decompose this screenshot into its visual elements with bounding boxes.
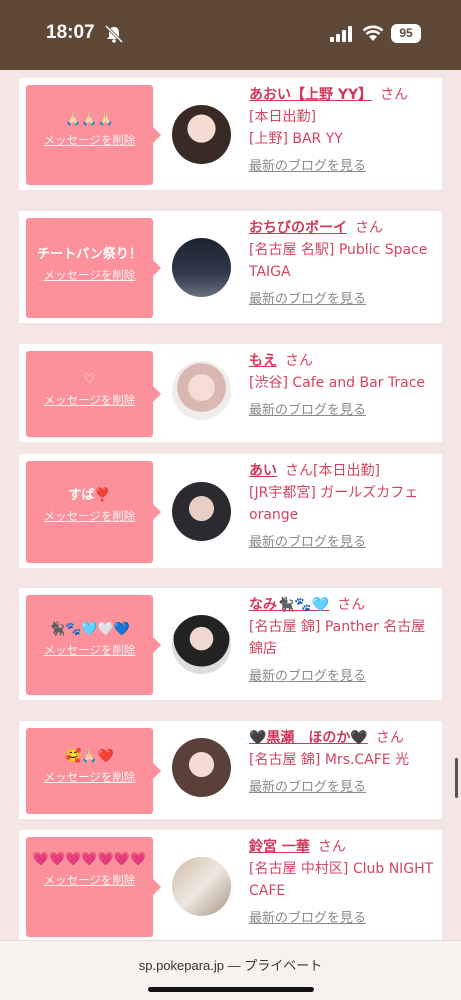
delete-message-link[interactable]: メッセージを削除: [44, 392, 136, 408]
message-bubble: チートパン祭り！ メッセージを削除: [26, 218, 161, 318]
avatar[interactable]: [172, 105, 231, 164]
cast-info: 鈴宮 一華 さん [名古屋 中村区] Club NIGHT CAFE 最新のブログ…: [249, 836, 439, 930]
honorific: さん: [355, 220, 383, 236]
url-text[interactable]: sp.pokepara.jp — プライベート: [0, 955, 461, 974]
message-bubble: 🙏🏻🙏🏻🙏🏻 メッセージを削除: [26, 85, 161, 185]
delete-message-link[interactable]: メッセージを削除: [44, 769, 136, 785]
shop-line: [名古屋 錦] Panther 名古屋錦店: [249, 619, 426, 657]
message-text: 💗💗💗💗💗💗💗: [32, 852, 147, 867]
cast-info: なみ🐈‍⬛🐾🩵 さん [名古屋 錦] Panther 名古屋錦店 最新のブログを見…: [249, 594, 439, 688]
cast-name-link[interactable]: もえ: [249, 353, 277, 369]
avatar[interactable]: [172, 361, 231, 420]
message-card: 🙏🏻🙏🏻🙏🏻 メッセージを削除 あおい【上野 YY】 さん [本日出勤] [上野]…: [19, 78, 442, 190]
latest-blog-link[interactable]: 最新のブログを見る: [249, 400, 439, 422]
message-bubble: ♡ メッセージを削除: [26, 351, 161, 437]
honorific: さん: [317, 839, 346, 855]
latest-blog-link[interactable]: 最新のブログを見る: [249, 908, 439, 930]
latest-blog-link[interactable]: 最新のブログを見る: [249, 777, 439, 799]
battery-indicator: 95: [391, 24, 421, 43]
signal-icon: [330, 26, 352, 42]
message-bubble: すば❣️ メッセージを削除: [26, 461, 161, 563]
honorific: さん: [337, 597, 366, 613]
message-bubble: 💗💗💗💗💗💗💗 メッセージを削除: [26, 837, 161, 937]
status-time: 18:07: [46, 22, 95, 43]
message-text: 🙏🏻🙏🏻🙏🏻: [65, 112, 114, 127]
message-card: 🐈‍⬛🐾🩵🤍💙 メッセージを削除 なみ🐈‍⬛🐾🩵 さん [名古屋 錦] Panth…: [19, 588, 442, 700]
home-indicator[interactable]: [148, 987, 314, 992]
cast-info: もえ さん [渋谷] Cafe and Bar Trace 最新のブログを見る: [249, 350, 439, 422]
cast-info: あい さん[本日出勤] [JR宇都宮] ガールズカフェorange 最新のブログを…: [249, 460, 439, 554]
message-bubble: 🥰🙏🏻❤️ メッセージを削除: [26, 728, 161, 814]
cast-name-link[interactable]: 鈴宮 一華: [249, 839, 310, 855]
latest-blog-link[interactable]: 最新のブログを見る: [249, 666, 439, 688]
shop-line: [名古屋 錦] Mrs.CAFE 光: [249, 752, 410, 768]
latest-blog-link[interactable]: 最新のブログを見る: [249, 532, 439, 554]
message-card: チートパン祭り！ メッセージを削除 おちびのボーイ さん [名古屋 名駅] Pub…: [19, 211, 442, 323]
delete-message-link[interactable]: メッセージを削除: [44, 642, 136, 658]
message-card: ♡ メッセージを削除 もえ さん [渋谷] Cafe and Bar Trace …: [19, 344, 442, 442]
message-text: 🐈‍⬛🐾🩵🤍💙: [49, 622, 130, 637]
message-text: チートパン祭り！: [37, 247, 142, 262]
cast-name-link[interactable]: 🖤黒瀬 ほのか🖤: [249, 730, 368, 746]
cast-info: おちびのボーイ さん [名古屋 名駅] Public Space TAIGA 最新…: [249, 217, 439, 311]
honorific: さん: [285, 353, 313, 369]
honorific: さん: [380, 87, 409, 103]
avatar[interactable]: [172, 482, 231, 541]
avatar[interactable]: [172, 615, 231, 674]
delete-message-link[interactable]: メッセージを削除: [44, 872, 136, 888]
cast-name-link[interactable]: なみ🐈‍⬛🐾🩵: [249, 597, 329, 613]
message-card: すば❣️ メッセージを削除 あい さん[本日出勤] [JR宇都宮] ガールズカフェ…: [19, 454, 442, 568]
avatar[interactable]: [172, 238, 231, 297]
honorific: さん: [375, 730, 404, 746]
latest-blog-link[interactable]: 最新のブログを見る: [249, 289, 439, 311]
message-text: 🥰🙏🏻❤️: [65, 749, 114, 764]
cast-info: あおい【上野 YY】 さん [本日出勤] [上野] BAR YY 最新のブログを見…: [249, 84, 439, 178]
shop-line: [名古屋 中村区] Club NIGHT CAFE: [249, 861, 434, 899]
message-text: すば❣️: [68, 488, 111, 503]
cast-name-link[interactable]: あい: [249, 463, 277, 479]
message-card: 💗💗💗💗💗💗💗 メッセージを削除 鈴宮 一華 さん [名古屋 中村区] Club …: [19, 830, 442, 940]
delete-message-link[interactable]: メッセージを削除: [44, 267, 136, 283]
message-list-scroll-area[interactable]: 🙏🏻🙏🏻🙏🏻 メッセージを削除 あおい【上野 YY】 さん [本日出勤] [上野]…: [0, 70, 461, 940]
shop-line: [名古屋 名駅] Public Space TAIGA: [249, 242, 428, 280]
latest-blog-link[interactable]: 最新のブログを見る: [249, 156, 439, 178]
message-bubble: 🐈‍⬛🐾🩵🤍💙 メッセージを削除: [26, 595, 161, 695]
shop-line: [JR宇都宮] ガールズカフェorange: [249, 485, 419, 523]
message-text: ♡: [83, 372, 96, 387]
shop-line: [上野] BAR YY: [249, 131, 343, 147]
cast-name-link[interactable]: あおい【上野 YY】: [249, 87, 372, 103]
avatar[interactable]: [172, 738, 231, 797]
status-line: [本日出勤]: [249, 109, 316, 125]
message-card: 🥰🙏🏻❤️ メッセージを削除 🖤黒瀬 ほのか🖤 さん [名古屋 錦] Mrs.CA…: [19, 721, 442, 819]
wifi-icon: [362, 25, 384, 41]
delete-message-link[interactable]: メッセージを削除: [44, 508, 136, 524]
delete-message-link[interactable]: メッセージを削除: [44, 132, 136, 148]
bell-muted-icon: [104, 25, 124, 43]
cast-info: 🖤黒瀬 ほのか🖤 さん [名古屋 錦] Mrs.CAFE 光 最新のブログを見る: [249, 727, 439, 799]
shop-line: [渋谷] Cafe and Bar Trace: [249, 375, 426, 391]
cast-name-link[interactable]: おちびのボーイ: [249, 220, 347, 236]
honorific: さん[本日出勤]: [285, 463, 380, 479]
scrollbar[interactable]: [455, 758, 458, 798]
status-bar: 18:07 95: [0, 0, 461, 70]
avatar[interactable]: [172, 857, 231, 916]
